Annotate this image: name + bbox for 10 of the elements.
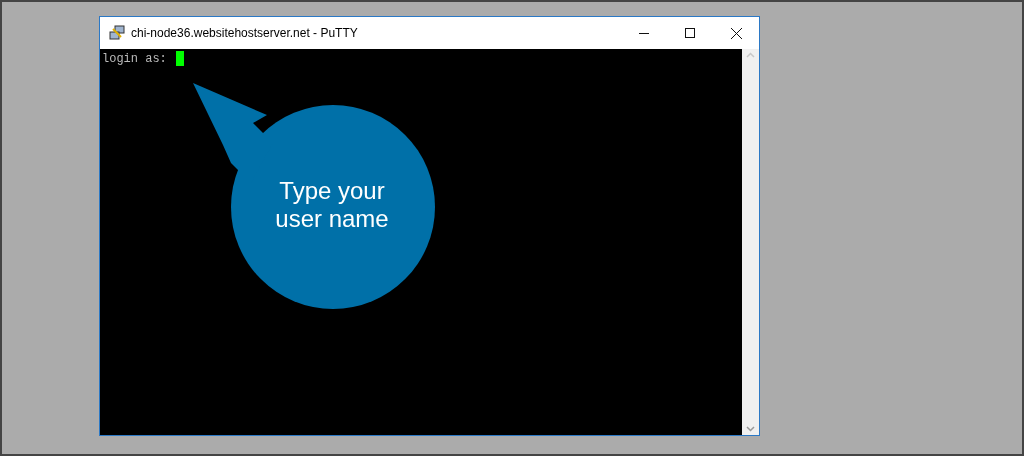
callout-text: Type your user name [274,177,390,233]
scrollbar[interactable] [742,49,759,435]
putty-app-icon [109,25,125,41]
close-icon [730,27,742,39]
window-title: chi-node36.websitehostserver.net - PuTTY [131,25,358,42]
login-prompt: login as: [102,51,168,67]
scroll-down-icon[interactable] [746,426,755,432]
text-cursor [176,51,184,66]
maximize-icon [685,28,695,38]
scroll-up-icon[interactable] [746,52,755,58]
